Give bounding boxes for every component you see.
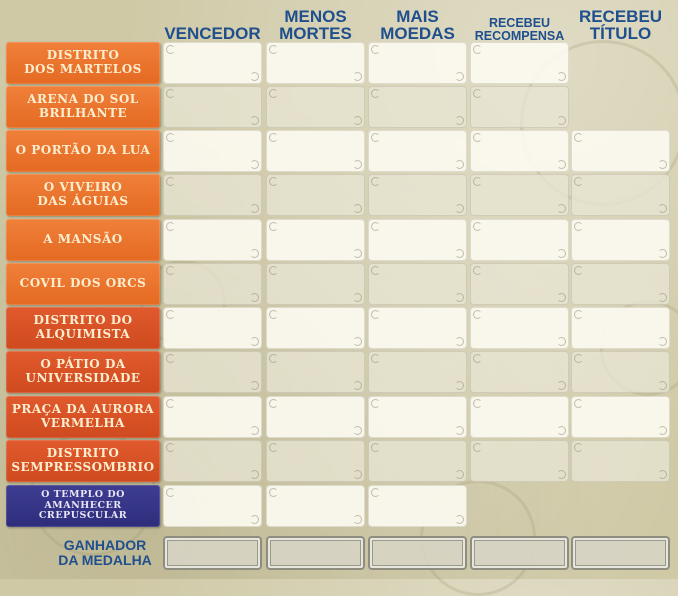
- score-cell[interactable]: [571, 307, 670, 349]
- score-cell[interactable]: [163, 219, 262, 261]
- medal-cell[interactable]: [571, 536, 670, 570]
- medal-winner-text: GANHADOR DA MEDALHA: [58, 537, 152, 568]
- score-cell[interactable]: [470, 440, 569, 482]
- medal-cell[interactable]: [368, 536, 467, 570]
- medal-cell[interactable]: [470, 536, 569, 570]
- medal-cell[interactable]: [266, 536, 365, 570]
- score-cell[interactable]: [571, 263, 670, 305]
- score-cell[interactable]: [266, 351, 365, 393]
- score-cell[interactable]: [368, 174, 467, 216]
- score-cell[interactable]: [470, 307, 569, 349]
- score-cell[interactable]: [163, 174, 262, 216]
- score-cell[interactable]: [470, 130, 569, 172]
- score-cell[interactable]: [266, 440, 365, 482]
- column-header: RECEBEU TÍTULO: [578, 7, 663, 43]
- score-cell[interactable]: [470, 263, 569, 305]
- score-cell[interactable]: [470, 42, 569, 84]
- location-label: Arena do Sol Brilhante: [6, 86, 160, 128]
- location-label: O Viveiro das Águias: [6, 174, 160, 216]
- location-label: Distrito do Alquimista: [6, 307, 160, 349]
- score-cell[interactable]: [266, 263, 365, 305]
- location-label: Praça da Aurora Vermelha: [6, 396, 160, 438]
- score-cell[interactable]: [368, 219, 467, 261]
- score-cell[interactable]: [266, 396, 365, 438]
- score-cell[interactable]: [571, 351, 670, 393]
- column-header: MAIS MOEDAS: [380, 7, 455, 43]
- score-cell[interactable]: [266, 130, 365, 172]
- score-cell[interactable]: [266, 174, 365, 216]
- score-cell[interactable]: [368, 351, 467, 393]
- score-cell[interactable]: [470, 396, 569, 438]
- score-cell[interactable]: [470, 174, 569, 216]
- score-cell[interactable]: [368, 42, 467, 84]
- score-cell[interactable]: [470, 219, 569, 261]
- score-cell[interactable]: [571, 174, 670, 216]
- location-label: O Portão da Lua: [6, 130, 160, 172]
- medal-cell[interactable]: [163, 536, 262, 570]
- score-cell[interactable]: [368, 130, 467, 172]
- score-cell[interactable]: [470, 351, 569, 393]
- score-cell[interactable]: [163, 130, 262, 172]
- score-cell[interactable]: [163, 396, 262, 438]
- score-cell[interactable]: [266, 42, 365, 84]
- column-header: RECEBEU RECOMPENSA: [474, 16, 565, 43]
- score-cell[interactable]: [163, 485, 262, 527]
- score-cell[interactable]: [470, 86, 569, 128]
- score-cell[interactable]: [571, 130, 670, 172]
- score-cell[interactable]: [368, 263, 467, 305]
- location-label: O Pátio da Universidade: [6, 351, 160, 393]
- location-label: Distrito Sempressombrio: [6, 440, 160, 482]
- location-label: Covil dos Orcs: [6, 263, 160, 305]
- score-cell[interactable]: [571, 440, 670, 482]
- score-cell[interactable]: [266, 485, 365, 527]
- score-cell[interactable]: [266, 307, 365, 349]
- score-cell[interactable]: [163, 440, 262, 482]
- score-cell[interactable]: [266, 219, 365, 261]
- score-cell[interactable]: [266, 86, 365, 128]
- score-cell[interactable]: [571, 219, 670, 261]
- score-cell[interactable]: [163, 351, 262, 393]
- medal-winner-label: GANHADOR DA MEDALHA: [6, 533, 160, 573]
- score-cell[interactable]: [368, 307, 467, 349]
- score-cell[interactable]: [163, 42, 262, 84]
- score-cell[interactable]: [163, 307, 262, 349]
- location-label: O Templo do Amanhecer Crepuscular: [6, 485, 160, 527]
- score-cell[interactable]: [163, 86, 262, 128]
- location-label: A Mansão: [6, 219, 160, 261]
- location-label: Distrito Dos Martelos: [6, 42, 160, 84]
- column-header: MENOS MORTES: [279, 7, 352, 43]
- score-cell[interactable]: [368, 440, 467, 482]
- column-header: VENCEDOR: [164, 24, 261, 43]
- score-cell[interactable]: [368, 396, 467, 438]
- score-cell[interactable]: [571, 396, 670, 438]
- score-cell[interactable]: [163, 263, 262, 305]
- score-cell[interactable]: [368, 485, 467, 527]
- score-cell[interactable]: [368, 86, 467, 128]
